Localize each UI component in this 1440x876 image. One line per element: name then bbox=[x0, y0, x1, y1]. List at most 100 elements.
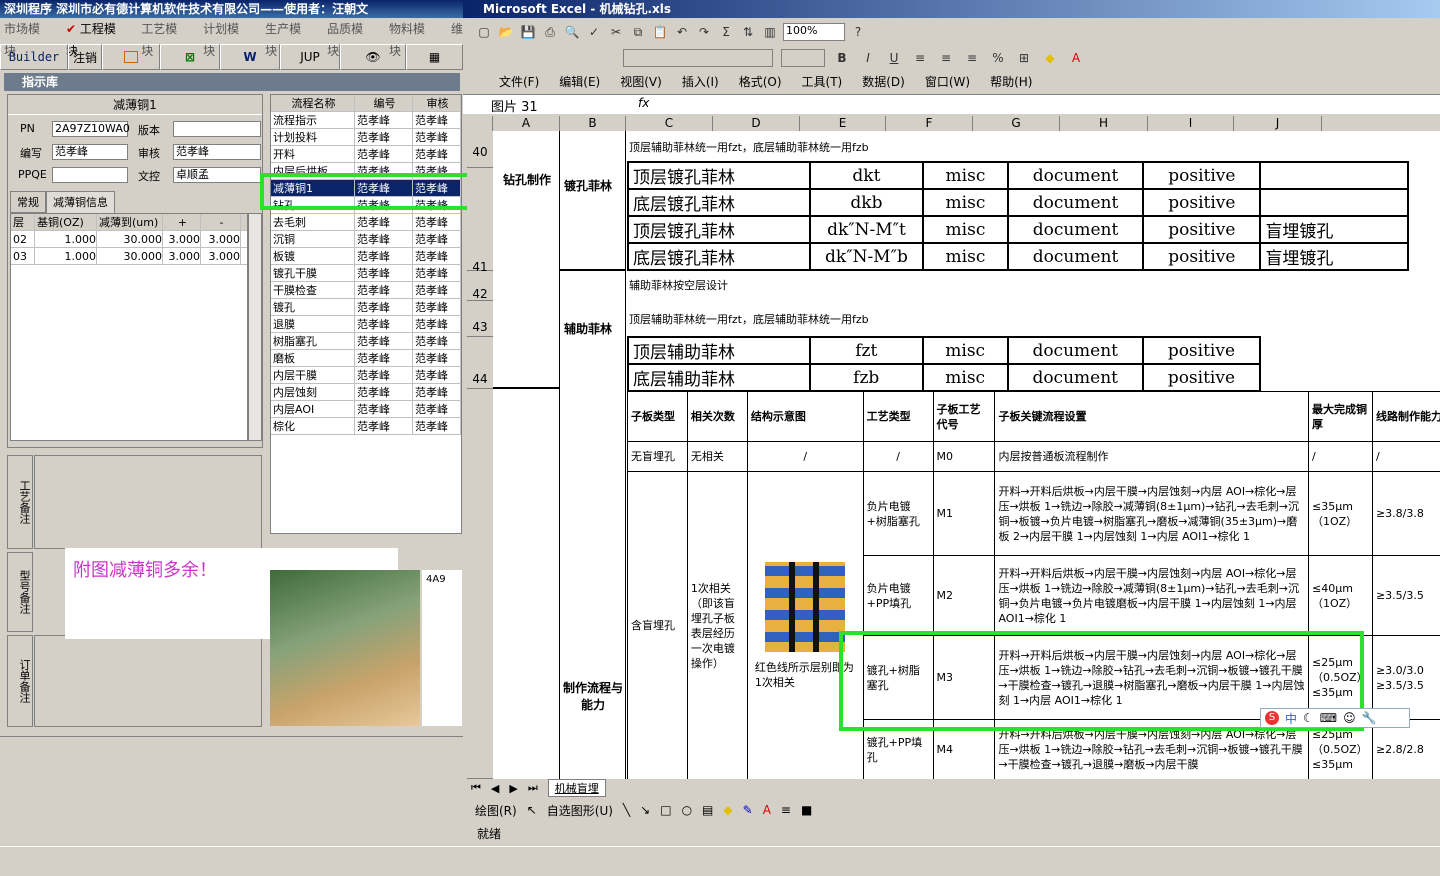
flow-row[interactable]: 镀孔 范孝峰 范孝峰 bbox=[271, 299, 461, 316]
flow-row[interactable]: 内层AOI 范孝峰 范孝峰 bbox=[271, 401, 461, 418]
version-field[interactable] bbox=[173, 121, 261, 137]
pn-field[interactable]: 2A97Z10WA0 bbox=[52, 121, 130, 137]
copy-icon[interactable]: ⧉ bbox=[629, 23, 647, 41]
menu-format[interactable]: 格式(O) bbox=[739, 72, 782, 92]
flow-row[interactable]: 磨板 范孝峰 范孝峰 bbox=[271, 350, 461, 367]
col-header-j[interactable]: J bbox=[1234, 116, 1322, 131]
flow-row[interactable]: 计划投料 范孝峰 范孝峰 bbox=[271, 129, 461, 146]
row-header-43[interactable]: 43 bbox=[467, 301, 493, 337]
order-note-area[interactable] bbox=[34, 635, 262, 727]
font-select[interactable] bbox=[623, 49, 773, 67]
flow-row[interactable]: 沉铜 范孝峰 范孝峰 bbox=[271, 231, 461, 248]
col-basecu[interactable]: 基铜(OZ) bbox=[35, 214, 97, 230]
builder-button[interactable]: Builder bbox=[0, 44, 68, 70]
col-flow-name[interactable]: 流程名称 bbox=[271, 95, 355, 111]
author-field[interactable]: 范孝峰 bbox=[52, 144, 128, 160]
select-arrow-icon[interactable]: ↖ bbox=[527, 803, 537, 817]
line-style-icon[interactable]: ≡ bbox=[781, 803, 791, 817]
review-field[interactable]: 范孝峰 bbox=[173, 144, 261, 160]
textbox-icon[interactable]: ▤ bbox=[702, 803, 713, 817]
row-header-41[interactable]: 41 bbox=[467, 168, 493, 274]
keyboard-icon[interactable]: ⌨ bbox=[1320, 711, 1337, 725]
rect-icon[interactable]: □ bbox=[660, 803, 671, 817]
ppqe-field[interactable] bbox=[52, 167, 128, 183]
tab-thinning[interactable]: 减薄铜信息 bbox=[46, 191, 115, 213]
align-center-icon[interactable]: ≡ bbox=[937, 49, 955, 67]
col-header-d[interactable]: D bbox=[713, 116, 800, 131]
save-icon[interactable]: 💾 bbox=[519, 23, 537, 41]
col-flow-review[interactable]: 审核 bbox=[413, 95, 461, 111]
menu-insert[interactable]: 插入(I) bbox=[682, 72, 719, 92]
col-flow-author[interactable]: 编号 bbox=[355, 95, 413, 111]
table-row[interactable]: 顶层辅助菲林 fzt misc document positive bbox=[627, 336, 1262, 365]
paste-icon[interactable]: 📋 bbox=[651, 23, 669, 41]
fx-icon[interactable]: fx bbox=[638, 96, 649, 110]
table-row[interactable]: 底层辅助菲林 fzb misc document positive bbox=[627, 363, 1262, 392]
menu-quality[interactable]: 品质模块 bbox=[327, 18, 373, 58]
print-icon[interactable]: ⎙ bbox=[541, 23, 559, 41]
open-icon[interactable]: 📂 bbox=[497, 23, 515, 41]
sum-icon[interactable]: Σ bbox=[717, 23, 735, 41]
row-header-40[interactable]: 40 bbox=[467, 131, 493, 168]
row-header-44[interactable]: 44 bbox=[467, 337, 493, 389]
moon-icon[interactable]: ☾ bbox=[1303, 711, 1314, 725]
flow-row[interactable]: 开料 范孝峰 范孝峰 bbox=[271, 146, 461, 163]
flow-row[interactable]: 流程指示 范孝峰 范孝峰 bbox=[271, 112, 461, 129]
db-button[interactable]: ▦ bbox=[406, 44, 463, 70]
menu-material[interactable]: 物料模块 bbox=[389, 18, 435, 58]
col-minus[interactable]: - bbox=[201, 214, 241, 230]
prev-sheet-icon[interactable]: ◀ bbox=[491, 782, 499, 795]
col-layer[interactable]: 层 bbox=[11, 214, 35, 230]
spell-icon[interactable]: ✓ bbox=[585, 23, 603, 41]
menu-plan[interactable]: 计划模块 bbox=[203, 18, 249, 58]
menu-edit[interactable]: 编辑(E) bbox=[559, 72, 600, 92]
table-row[interactable]: 02 1.000 30.000 3.000 3.000 bbox=[11, 231, 247, 248]
name-box[interactable]: 图片 31 bbox=[491, 96, 538, 115]
col-header-f[interactable]: F bbox=[886, 116, 973, 131]
sheet-tab[interactable]: 机械盲埋 bbox=[547, 779, 606, 797]
menu-engineering[interactable]: ✔ 工程模块 bbox=[66, 18, 125, 58]
row-header-42[interactable]: 42 bbox=[467, 271, 493, 301]
border-icon[interactable]: ⊞ bbox=[1015, 49, 1033, 67]
tab-general[interactable]: 常规 bbox=[10, 191, 46, 213]
side-label-model[interactable]: 型号备注 bbox=[7, 552, 33, 632]
fontsize-select[interactable] bbox=[781, 49, 825, 67]
zoom-select[interactable]: 100% bbox=[783, 23, 845, 41]
user-icon[interactable]: ☺ bbox=[1343, 711, 1356, 725]
flow-row[interactable]: 干膜检查 范孝峰 范孝峰 bbox=[271, 282, 461, 299]
menu-production[interactable]: 生产模块 bbox=[265, 18, 311, 58]
bold-icon[interactable]: B bbox=[833, 49, 851, 67]
menu-file[interactable]: 文件(F) bbox=[499, 72, 539, 92]
menu-market[interactable]: 市场模块 bbox=[4, 18, 50, 58]
side-label-order[interactable]: 订单备注 bbox=[7, 635, 33, 727]
menu-window[interactable]: 窗口(W) bbox=[925, 72, 970, 92]
flow-row[interactable]: 去毛刺 范孝峰 范孝峰 bbox=[271, 214, 461, 231]
line-icon[interactable]: ╲ bbox=[623, 803, 630, 817]
undo-icon[interactable]: ↶ bbox=[673, 23, 691, 41]
side-label-process[interactable]: 工艺备注 bbox=[7, 455, 33, 549]
fill-icon[interactable]: ◆ bbox=[723, 803, 732, 817]
table-row[interactable]: 底层镀孔菲林 dk″N-M″b misc document positive 盲埋镀孔 bbox=[627, 242, 1409, 271]
col-header-a[interactable]: A bbox=[493, 116, 560, 131]
col-header-g[interactable]: G bbox=[973, 116, 1060, 131]
col-plus[interactable]: + bbox=[163, 214, 201, 230]
docctrl-field[interactable]: 卓顺孟 bbox=[173, 167, 261, 183]
jup-button[interactable]: JUP bbox=[280, 44, 340, 70]
italic-icon[interactable]: I bbox=[859, 49, 877, 67]
corner-cell[interactable] bbox=[467, 116, 493, 131]
help-icon[interactable]: ? bbox=[849, 23, 867, 41]
menu-more[interactable]: 维 bbox=[451, 18, 463, 40]
line-color-icon[interactable]: ✎ bbox=[743, 803, 753, 817]
menu-process[interactable]: 工艺模块 bbox=[141, 18, 187, 58]
flow-row[interactable]: 板镀 范孝峰 范孝峰 bbox=[271, 248, 461, 265]
redo-icon[interactable]: ↷ bbox=[695, 23, 713, 41]
col-thin[interactable]: 减薄到(um) bbox=[97, 214, 163, 230]
flow-row[interactable]: 内层干膜 范孝峰 范孝峰 bbox=[271, 367, 461, 384]
col-header-e[interactable]: E bbox=[800, 116, 886, 131]
align-left-icon[interactable]: ≡ bbox=[911, 49, 929, 67]
ime-toolbar[interactable]: S 中 ☾ ⌨ ☺ 🔧 bbox=[1260, 708, 1410, 728]
chart-icon[interactable]: ▥ bbox=[761, 23, 779, 41]
flow-row[interactable]: 内层蚀刻 范孝峰 范孝峰 bbox=[271, 384, 461, 401]
cut-icon[interactable]: ✂ bbox=[607, 23, 625, 41]
tree-item[interactable]: 4A9 bbox=[426, 574, 446, 585]
